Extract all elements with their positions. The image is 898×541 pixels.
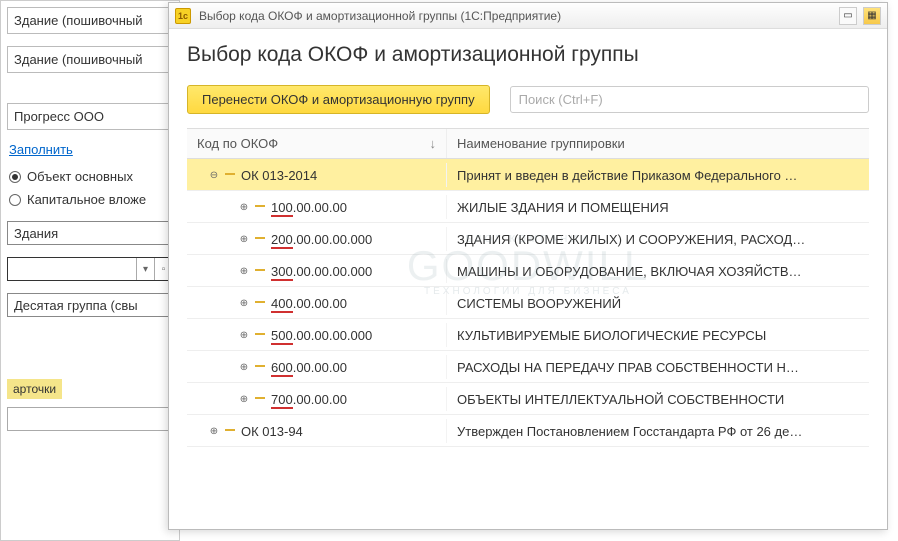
table-row[interactable]: ⊕ 200.00.00.00.000 ЗДАНИЯ (КРОМЕ ЖИЛЫХ) И … <box>187 223 869 255</box>
expand-icon[interactable]: ⊕ <box>237 360 251 374</box>
cell-name: СИСТЕМЫ ВООРУЖЕНИЙ <box>447 291 869 315</box>
table-row[interactable]: ⊕ 600.00.00.00 РАСХОДЫ НА ПЕРЕДАЧУ ПРАВ СО… <box>187 351 869 383</box>
item-marker-icon <box>255 365 265 367</box>
col-header-code[interactable]: Код по ОКОФ ↓ <box>187 129 447 158</box>
cell-code: ⊕ 700.00.00.00 <box>187 387 447 411</box>
combo-group[interactable]: Десятая группа (свы <box>7 293 173 317</box>
cell-code: ⊕ 100.00.00.00 <box>187 195 447 219</box>
transfer-button[interactable]: Перенести ОКОФ и амортизационную группу <box>187 85 490 114</box>
cell-name: ОБЪЕКТЫ ИНТЕЛЛЕКТУАЛЬНОЙ СОБСТВЕННОСТИ <box>447 387 869 411</box>
code-text: 100.00.00.00 <box>271 200 347 215</box>
okof-table: Код по ОКОФ ↓ Наименование группировки ⊖… <box>187 128 869 447</box>
expand-icon[interactable]: ⊕ <box>237 392 251 406</box>
table-row[interactable]: ⊕ 700.00.00.00 ОБЪЕКТЫ ИНТЕЛЛЕКТУАЛЬНОЙ СО… <box>187 383 869 415</box>
cell-name: МАШИНЫ И ОБОРУДОВАНИЕ, ВКЛЮЧАЯ ХОЗЯЙСТВ… <box>447 259 869 283</box>
col-header-code-text: Код по ОКОФ <box>197 136 278 151</box>
table-row[interactable]: ⊕ 100.00.00.00 ЖИЛЫЕ ЗДАНИЯ И ПОМЕЩЕНИЯ <box>187 191 869 223</box>
expand-icon[interactable]: ⊕ <box>237 232 251 246</box>
cell-code: ⊕ 300.00.00.00.000 <box>187 259 447 283</box>
code-text: 700.00.00.00 <box>271 392 347 407</box>
item-marker-icon <box>255 397 265 399</box>
cell-name: КУЛЬТИВИРУЕМЫЕ БИОЛОГИЧЕСКИЕ РЕСУРСЫ <box>447 323 869 347</box>
bg-field-2[interactable]: Здание (пошивочный <box>7 46 173 73</box>
titlebar-util-icon[interactable]: ▭ <box>839 7 857 25</box>
expand-icon[interactable]: ⊕ <box>237 296 251 310</box>
dialog-titlebar: 1c Выбор кода ОКОФ и амортизационной гру… <box>169 3 887 29</box>
radio-unchecked-icon <box>9 194 21 206</box>
cell-code: ⊕ ОК 013-94 <box>187 419 447 443</box>
radio-capital[interactable]: Капитальное вложе <box>9 192 171 207</box>
code-text: 400.00.00.00 <box>271 296 347 311</box>
radio-main-asset[interactable]: Объект основных <box>9 169 171 184</box>
item-marker-icon <box>255 269 265 271</box>
combo-buildings[interactable]: Здания <box>7 221 173 245</box>
item-marker-icon <box>255 301 265 303</box>
app-1c-icon: 1c <box>175 8 191 24</box>
item-marker-icon <box>255 333 265 335</box>
dropdown-icon[interactable]: ▾ <box>136 258 154 280</box>
bg-blank-field[interactable] <box>7 407 173 431</box>
cell-name: РАСХОДЫ НА ПЕРЕДАЧУ ПРАВ СОБСТВЕННОСТИ Н… <box>447 355 869 379</box>
search-placeholder-text: Поиск (Ctrl+F) <box>519 92 603 107</box>
item-marker-icon <box>225 173 235 175</box>
item-marker-icon <box>225 429 235 431</box>
table-row[interactable]: ⊖ ОК 013-2014 Принят и введен в действие П… <box>187 159 869 191</box>
code-text: ОК 013-94 <box>241 424 303 439</box>
cell-name: ЖИЛЫЕ ЗДАНИЯ И ПОМЕЩЕНИЯ <box>447 195 869 219</box>
bg-field-1[interactable]: Здание (пошивочный <box>7 7 173 34</box>
fill-link[interactable]: Заполнить <box>9 142 171 157</box>
collapse-icon[interactable]: ⊖ <box>207 168 221 182</box>
table-row[interactable]: ⊕ 300.00.00.00.000 МАШИНЫ И ОБОРУДОВАНИЕ, … <box>187 255 869 287</box>
item-marker-icon <box>255 205 265 207</box>
bg-tab-card[interactable]: арточки <box>7 379 62 399</box>
item-marker-icon <box>255 237 265 239</box>
table-row[interactable]: ⊕ 400.00.00.00 СИСТЕМЫ ВООРУЖЕНИЙ <box>187 287 869 319</box>
code-text: 500.00.00.00.000 <box>271 328 372 343</box>
col-header-name[interactable]: Наименование группировки <box>447 129 869 158</box>
expand-icon[interactable]: ⊕ <box>207 424 221 438</box>
radio-capital-label: Капитальное вложе <box>27 192 146 207</box>
okof-dialog: 1c Выбор кода ОКОФ и амортизационной гру… <box>168 2 888 530</box>
cell-name: Принят и введен в действие Приказом Феде… <box>447 163 869 187</box>
combo-active[interactable]: ▾ ▫ <box>7 257 173 281</box>
expand-icon[interactable]: ⊕ <box>237 264 251 278</box>
table-body: ⊖ ОК 013-2014 Принят и введен в действие П… <box>187 159 869 447</box>
table-row[interactable]: ⊕ 500.00.00.00.000 КУЛЬТИВИРУЕМЫЕ БИОЛОГИЧ… <box>187 319 869 351</box>
radio-main-asset-label: Объект основных <box>27 169 133 184</box>
combo-active-value <box>8 258 136 280</box>
background-panel: Здание (пошивочный Здание (пошивочный Пр… <box>0 0 180 541</box>
dialog-heading: Выбор кода ОКОФ и амортизационной группы <box>187 43 869 67</box>
expand-icon[interactable]: ⊕ <box>237 200 251 214</box>
combo-buildings-value: Здания <box>8 222 172 244</box>
radio-checked-icon <box>9 171 21 183</box>
cell-name: Утвержден Постановлением Госстандарта РФ… <box>447 419 869 443</box>
cell-code: ⊕ 500.00.00.00.000 <box>187 323 447 347</box>
table-row[interactable]: ⊕ ОК 013-94 Утвержден Постановлением Госст… <box>187 415 869 447</box>
cell-code: ⊕ 600.00.00.00 <box>187 355 447 379</box>
cell-code: ⊖ ОК 013-2014 <box>187 163 447 187</box>
code-text: 300.00.00.00.000 <box>271 264 372 279</box>
bg-field-org[interactable]: Прогресс ООО <box>7 103 173 130</box>
code-text: 200.00.00.00.000 <box>271 232 372 247</box>
search-input[interactable]: Поиск (Ctrl+F) <box>510 86 869 113</box>
titlebar-calc-icon[interactable]: ▦ <box>863 7 881 25</box>
cell-code: ⊕ 400.00.00.00 <box>187 291 447 315</box>
code-text: 600.00.00.00 <box>271 360 347 375</box>
code-text: ОК 013-2014 <box>241 168 317 183</box>
combo-group-value: Десятая группа (свы <box>8 294 172 316</box>
sort-asc-icon: ↓ <box>430 136 437 151</box>
expand-icon[interactable]: ⊕ <box>237 328 251 342</box>
cell-name: ЗДАНИЯ (КРОМЕ ЖИЛЫХ) И СООРУЖЕНИЯ, РАСХО… <box>447 227 869 251</box>
table-header: Код по ОКОФ ↓ Наименование группировки <box>187 129 869 159</box>
dialog-window-title: Выбор кода ОКОФ и амортизационной группы… <box>199 9 831 23</box>
cell-code: ⊕ 200.00.00.00.000 <box>187 227 447 251</box>
